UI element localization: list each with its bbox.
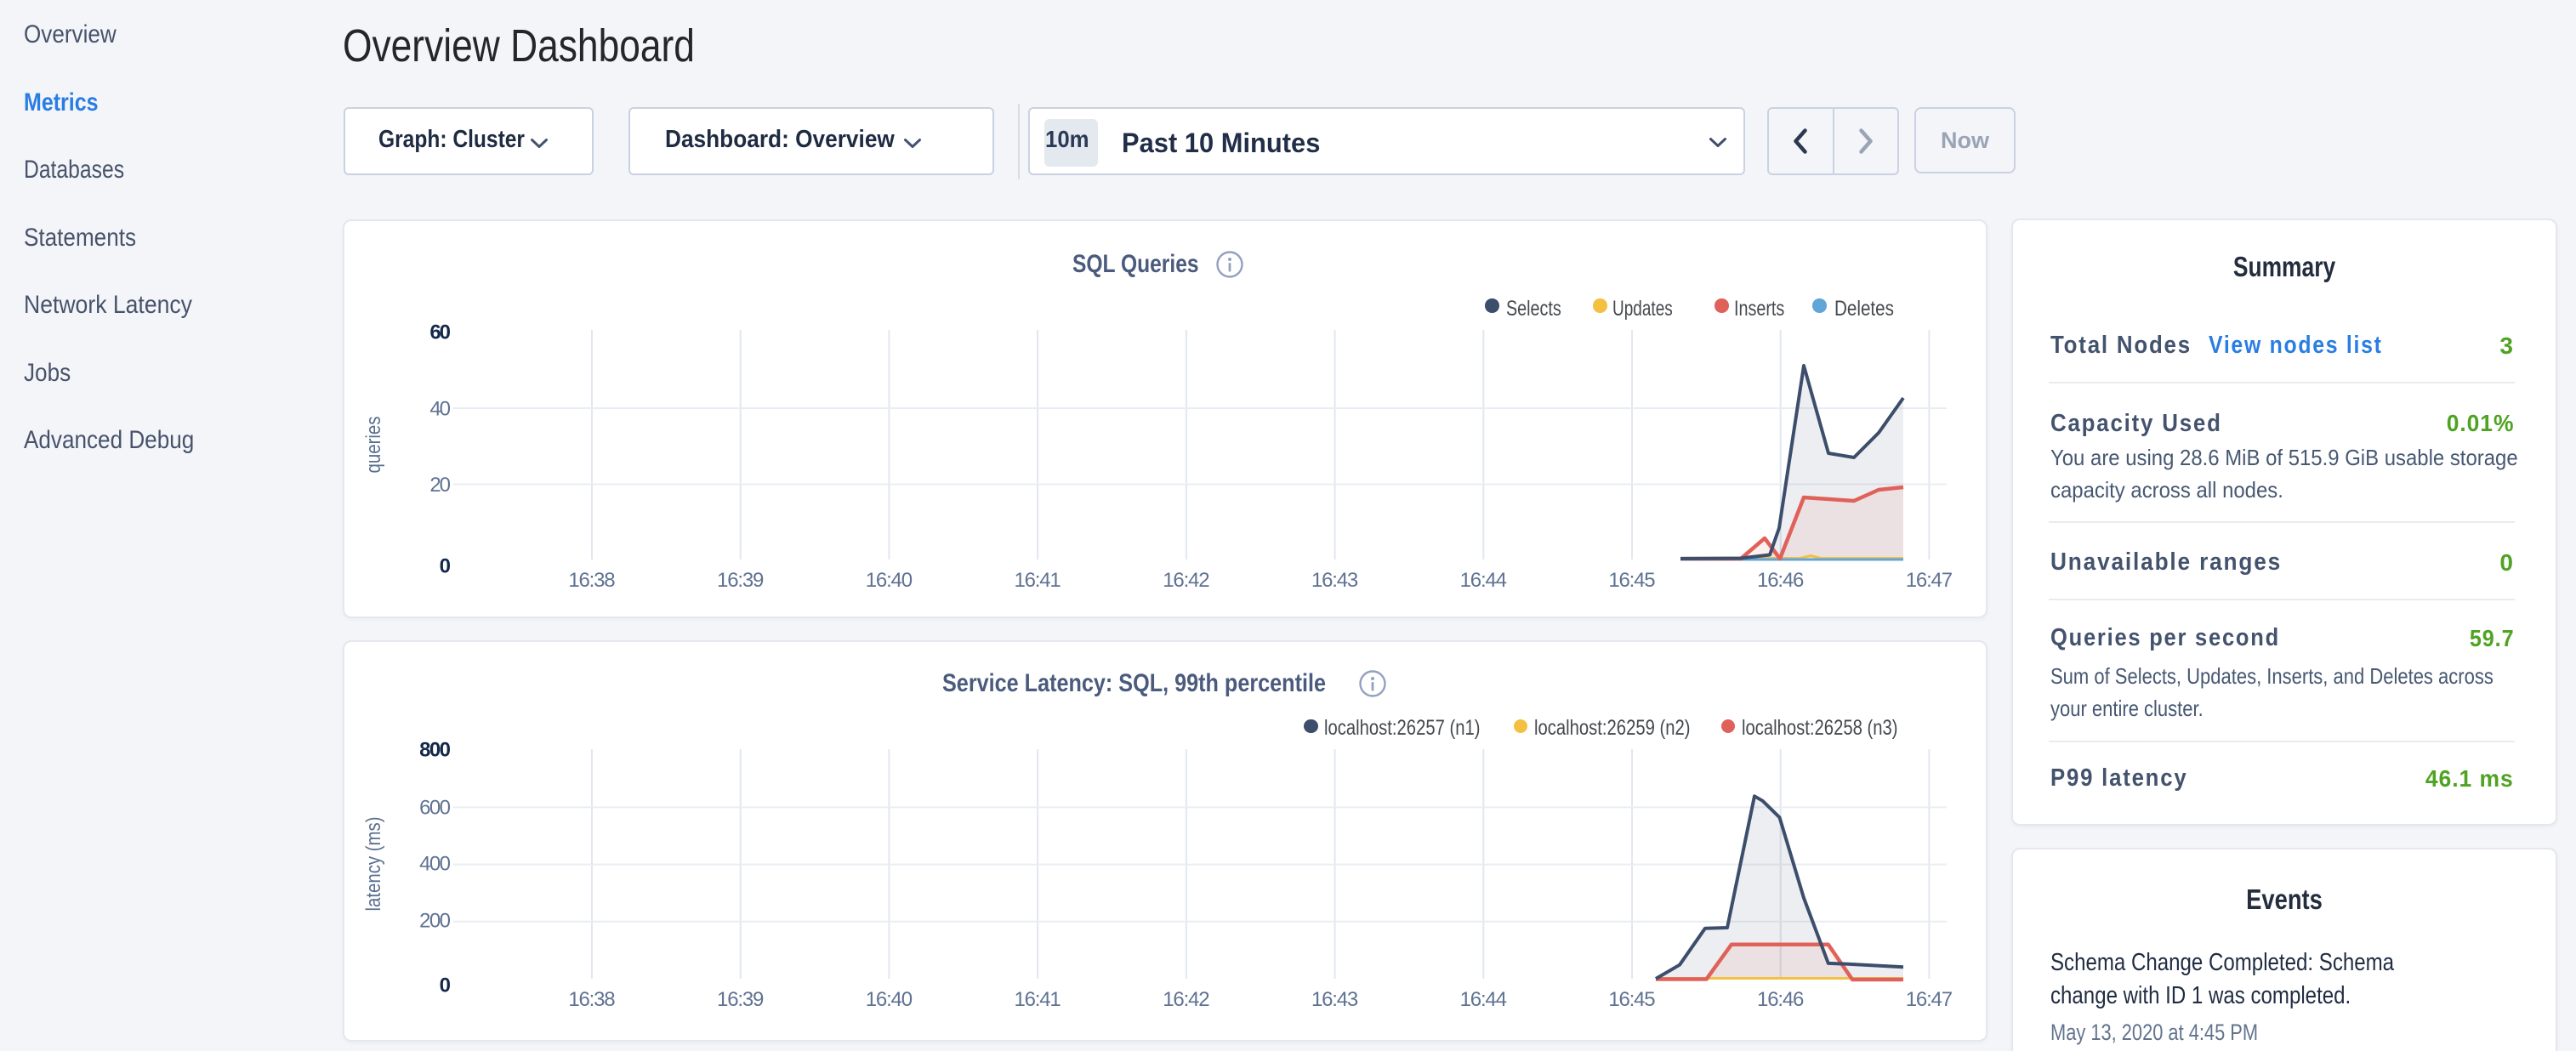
svg-text:600: 600 bbox=[419, 797, 451, 820]
svg-text:60: 60 bbox=[429, 321, 451, 344]
svg-text:20: 20 bbox=[429, 474, 451, 497]
svg-text:0: 0 bbox=[440, 555, 451, 578]
svg-text:16:47: 16:47 bbox=[1906, 569, 1953, 592]
svg-text:16:43: 16:43 bbox=[1311, 569, 1358, 592]
svg-text:16:44: 16:44 bbox=[1460, 988, 1507, 1011]
svg-text:0: 0 bbox=[440, 974, 451, 997]
svg-text:16:40: 16:40 bbox=[866, 569, 913, 592]
svg-text:16:45: 16:45 bbox=[1608, 988, 1655, 1011]
svg-text:16:44: 16:44 bbox=[1460, 569, 1507, 592]
svg-text:16:41: 16:41 bbox=[1014, 988, 1061, 1011]
svg-text:16:42: 16:42 bbox=[1163, 569, 1209, 592]
svg-text:16:38: 16:38 bbox=[568, 569, 615, 592]
svg-text:16:41: 16:41 bbox=[1014, 569, 1061, 592]
svg-text:200: 200 bbox=[419, 910, 451, 933]
svg-text:16:39: 16:39 bbox=[717, 569, 764, 592]
svg-text:40: 40 bbox=[429, 398, 451, 421]
svg-text:queries: queries bbox=[362, 417, 385, 474]
svg-text:16:47: 16:47 bbox=[1906, 988, 1953, 1011]
svg-text:16:43: 16:43 bbox=[1311, 988, 1358, 1011]
svg-text:16:46: 16:46 bbox=[1757, 569, 1804, 592]
svg-text:16:42: 16:42 bbox=[1163, 988, 1209, 1011]
svg-text:400: 400 bbox=[419, 853, 451, 876]
svg-text:16:40: 16:40 bbox=[866, 988, 913, 1011]
svg-text:latency (ms): latency (ms) bbox=[362, 817, 385, 912]
svg-text:800: 800 bbox=[419, 739, 451, 762]
svg-text:16:39: 16:39 bbox=[717, 988, 764, 1011]
svg-text:16:38: 16:38 bbox=[568, 988, 615, 1011]
svg-text:16:46: 16:46 bbox=[1757, 988, 1804, 1011]
svg-text:16:45: 16:45 bbox=[1608, 569, 1655, 592]
